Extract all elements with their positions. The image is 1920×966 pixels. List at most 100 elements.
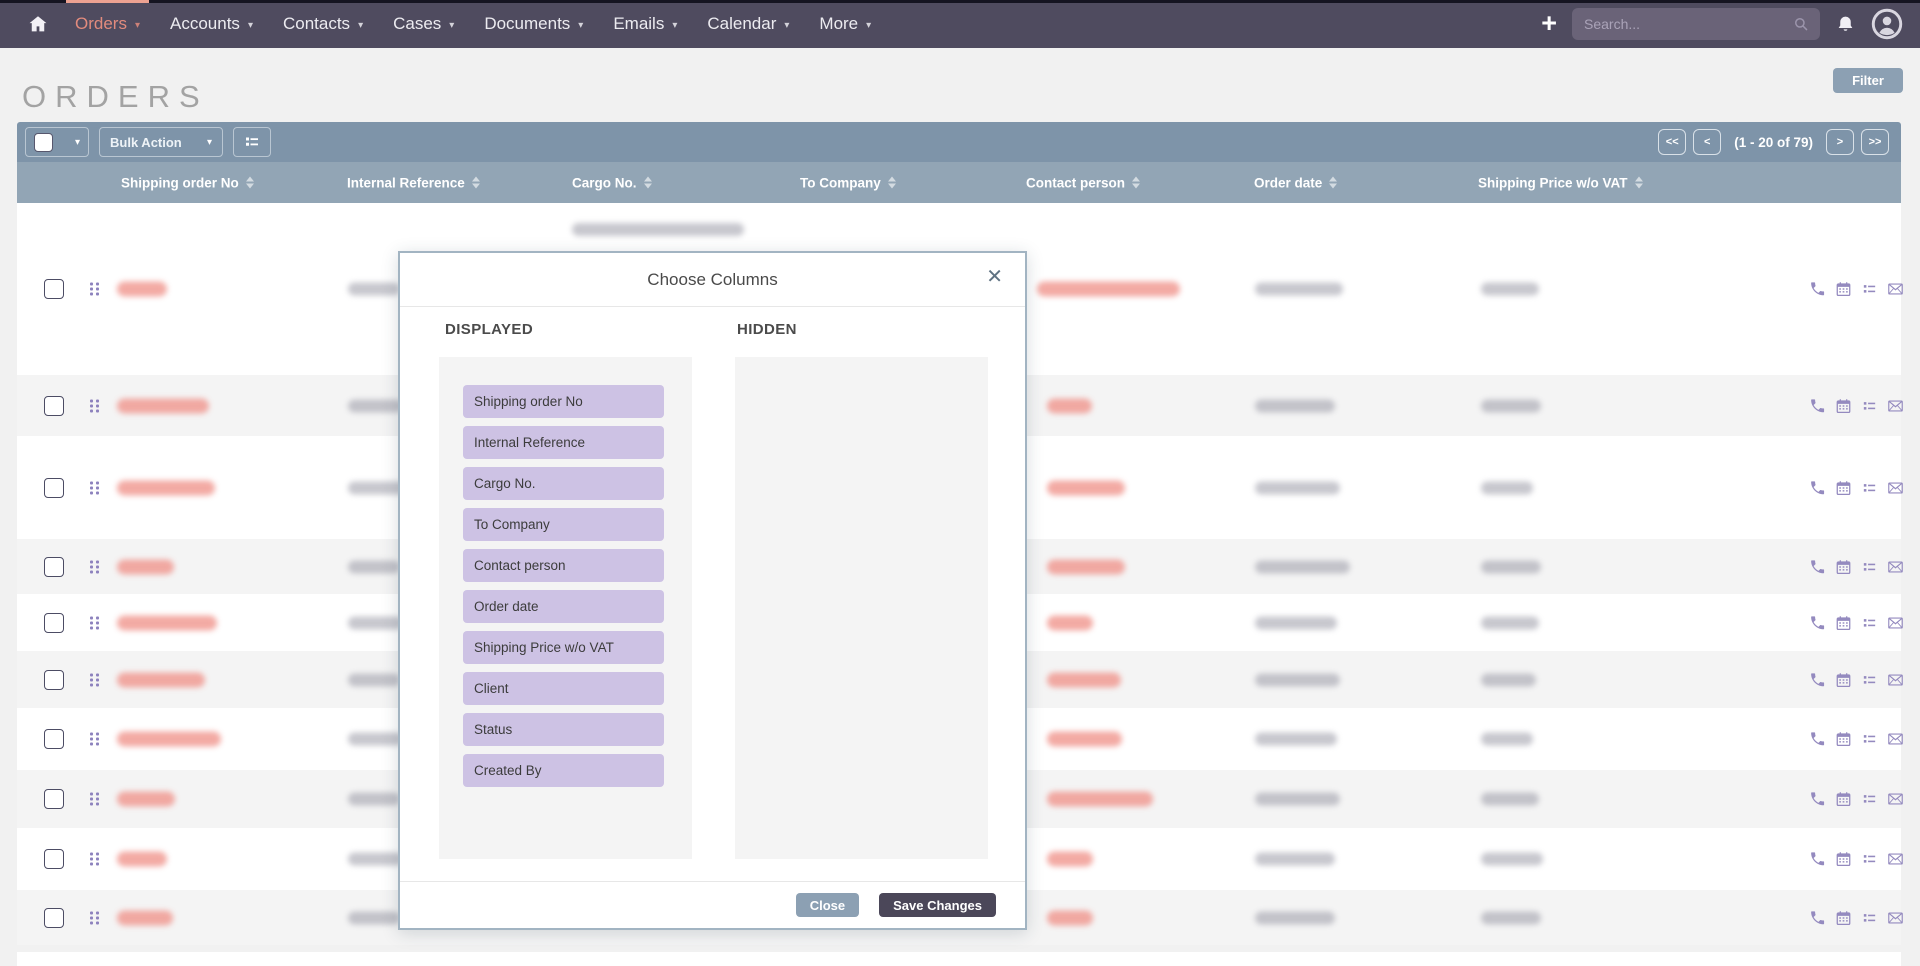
sort-arrows-icon[interactable] (1329, 177, 1337, 189)
phone-icon[interactable] (1809, 479, 1826, 496)
calendar-icon[interactable] (1835, 558, 1852, 575)
row-menu-icon[interactable] (90, 616, 99, 629)
nav-item-cases[interactable]: Cases▾ (378, 0, 469, 48)
email-icon[interactable] (1887, 731, 1904, 748)
calendar-icon[interactable] (1835, 281, 1852, 298)
row-checkbox[interactable] (44, 557, 64, 577)
column-chip-shipping-order-no[interactable]: Shipping order No (463, 385, 664, 418)
select-all-dropdown[interactable]: ▾ (25, 127, 89, 157)
home-button[interactable] (16, 0, 60, 48)
nav-item-orders[interactable]: Orders▾ (60, 0, 155, 48)
nav-item-calendar[interactable]: Calendar▾ (692, 0, 804, 48)
nav-item-emails[interactable]: Emails▾ (598, 0, 692, 48)
list-icon[interactable] (1861, 731, 1878, 748)
email-icon[interactable] (1887, 558, 1904, 575)
column-header-cargo-no[interactable]: Cargo No. (572, 175, 652, 190)
list-icon[interactable] (1861, 851, 1878, 868)
column-header-contact-person[interactable]: Contact person (1026, 175, 1140, 190)
filter-button[interactable]: Filter (1833, 68, 1903, 93)
row-checkbox[interactable] (44, 670, 64, 690)
last-page-button[interactable]: >> (1861, 129, 1889, 155)
row-checkbox[interactable] (44, 729, 64, 749)
calendar-icon[interactable] (1835, 671, 1852, 688)
list-icon[interactable] (1861, 479, 1878, 496)
next-page-button[interactable]: > (1826, 129, 1854, 155)
list-icon[interactable] (1861, 909, 1878, 926)
notifications-button[interactable] (1835, 14, 1856, 35)
nav-item-contacts[interactable]: Contacts▾ (268, 0, 378, 48)
nav-item-documents[interactable]: Documents▾ (469, 0, 598, 48)
select-all-checkbox[interactable] (34, 133, 53, 152)
column-chip-cargo-no[interactable]: Cargo No. (463, 467, 664, 500)
email-icon[interactable] (1887, 614, 1904, 631)
list-icon[interactable] (1861, 397, 1878, 414)
row-menu-icon[interactable] (90, 399, 99, 412)
list-icon[interactable] (1861, 671, 1878, 688)
row-checkbox[interactable] (44, 613, 64, 633)
sort-arrows-icon[interactable] (644, 177, 652, 189)
user-avatar[interactable] (1871, 8, 1903, 40)
column-header-order-date[interactable]: Order date (1254, 175, 1337, 190)
phone-icon[interactable] (1809, 909, 1826, 926)
row-checkbox[interactable] (44, 478, 64, 498)
nav-item-accounts[interactable]: Accounts▾ (155, 0, 268, 48)
prev-page-button[interactable]: < (1693, 129, 1721, 155)
calendar-icon[interactable] (1835, 909, 1852, 926)
save-changes-button[interactable]: Save Changes (879, 893, 996, 917)
row-menu-icon[interactable] (90, 283, 99, 296)
row-checkbox[interactable] (44, 908, 64, 928)
first-page-button[interactable]: << (1658, 129, 1686, 155)
sort-arrows-icon[interactable] (1635, 177, 1643, 189)
close-icon[interactable]: ✕ (980, 266, 1009, 288)
nav-item-more[interactable]: More▾ (804, 0, 886, 48)
sort-arrows-icon[interactable] (888, 177, 896, 189)
column-chip-to-company[interactable]: To Company (463, 508, 664, 541)
row-menu-icon[interactable] (90, 853, 99, 866)
email-icon[interactable] (1887, 909, 1904, 926)
email-icon[interactable] (1887, 671, 1904, 688)
column-chip-created-by[interactable]: Created By (463, 754, 664, 787)
row-menu-icon[interactable] (90, 481, 99, 494)
row-menu-icon[interactable] (90, 673, 99, 686)
list-icon[interactable] (1861, 614, 1878, 631)
phone-icon[interactable] (1809, 281, 1826, 298)
calendar-icon[interactable] (1835, 614, 1852, 631)
phone-icon[interactable] (1809, 397, 1826, 414)
column-chip-order-date[interactable]: Order date (463, 590, 664, 623)
row-checkbox[interactable] (44, 849, 64, 869)
list-icon[interactable] (1861, 791, 1878, 808)
email-icon[interactable] (1887, 479, 1904, 496)
email-icon[interactable] (1887, 281, 1904, 298)
email-icon[interactable] (1887, 851, 1904, 868)
phone-icon[interactable] (1809, 791, 1826, 808)
row-menu-icon[interactable] (90, 560, 99, 573)
list-icon[interactable] (1861, 281, 1878, 298)
phone-icon[interactable] (1809, 731, 1826, 748)
calendar-icon[interactable] (1835, 731, 1852, 748)
row-checkbox[interactable] (44, 279, 64, 299)
quick-create-button[interactable]: + (1541, 10, 1557, 37)
column-chip-contact-person[interactable]: Contact person (463, 549, 664, 582)
column-header-shipping-price-w-o-vat[interactable]: Shipping Price w/o VAT (1478, 175, 1643, 190)
row-menu-icon[interactable] (90, 911, 99, 924)
column-chip-internal-reference[interactable]: Internal Reference (463, 426, 664, 459)
search-icon[interactable] (1792, 15, 1810, 33)
search-input[interactable] (1582, 15, 1792, 33)
sort-arrows-icon[interactable] (246, 177, 254, 189)
calendar-icon[interactable] (1835, 397, 1852, 414)
row-checkbox[interactable] (44, 789, 64, 809)
email-icon[interactable] (1887, 397, 1904, 414)
column-chip-status[interactable]: Status (463, 713, 664, 746)
column-header-to-company[interactable]: To Company (800, 175, 896, 190)
list-icon[interactable] (1861, 558, 1878, 575)
sort-arrows-icon[interactable] (1132, 177, 1140, 189)
column-chip-shipping-price-w-o-vat[interactable]: Shipping Price w/o VAT (463, 631, 664, 664)
close-button[interactable]: Close (796, 893, 859, 917)
column-chip-client[interactable]: Client (463, 672, 664, 705)
phone-icon[interactable] (1809, 558, 1826, 575)
column-header-internal-reference[interactable]: Internal Reference (347, 175, 480, 190)
row-checkbox[interactable] (44, 396, 64, 416)
row-menu-icon[interactable] (90, 733, 99, 746)
calendar-icon[interactable] (1835, 479, 1852, 496)
calendar-icon[interactable] (1835, 851, 1852, 868)
